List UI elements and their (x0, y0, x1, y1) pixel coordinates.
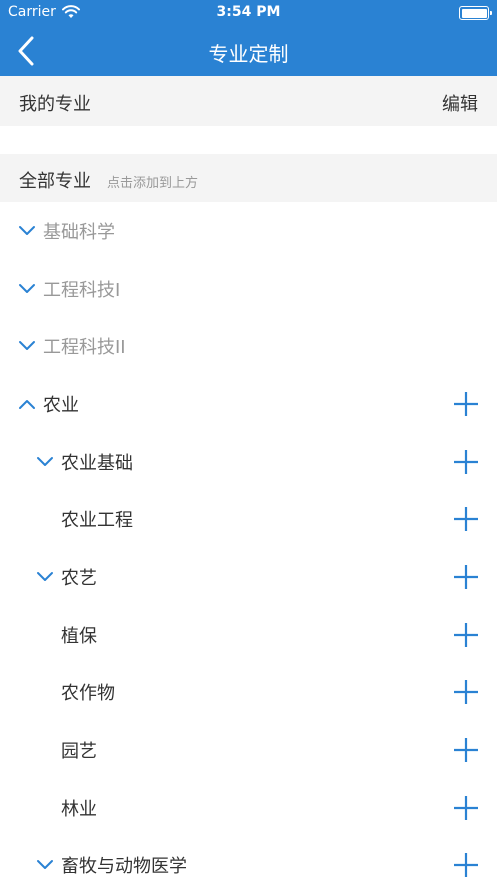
tree-row-label: 植保 (61, 625, 97, 647)
tree-row-label: 畜牧与动物医学 (61, 856, 187, 878)
chevron-down-icon[interactable] (36, 859, 54, 871)
tree-row-label: 农业工程 (61, 510, 133, 532)
tree-row[interactable]: 工程科技II (0, 317, 497, 375)
tree-row[interactable]: 园艺 (0, 721, 497, 779)
my-majors-header: 我的专业 编辑 (0, 76, 497, 126)
my-majors-title: 我的专业 (19, 94, 91, 115)
major-tree: 基础科学工程科技I 工程科技II 农业农业基础农业工程农艺植保农作物园艺林业畜牧与动… (0, 202, 497, 883)
page-title: 专业定制 (208, 42, 289, 66)
tree-row[interactable]: 农艺 (0, 548, 497, 606)
add-icon[interactable] (453, 795, 479, 821)
tree-row-label: 工程科技I (43, 279, 121, 301)
add-icon[interactable] (453, 564, 479, 590)
tree-row-label: 农艺 (61, 567, 97, 589)
tree-row[interactable]: 工程科技I (0, 260, 497, 318)
add-icon[interactable] (453, 506, 479, 532)
chevron-down-icon[interactable] (18, 225, 36, 237)
chevron-down-icon[interactable] (36, 571, 54, 583)
edit-button[interactable]: 编辑 (442, 90, 478, 116)
add-icon[interactable] (453, 679, 479, 705)
tree-row-label: 农业 (43, 394, 79, 416)
navigation-bar: Carrier 3:54 PM 专业定制 (0, 0, 497, 76)
status-time: 3:54 PM (216, 4, 281, 20)
status-bar: Carrier 3:54 PM (0, 0, 497, 26)
tree-row-label: 园艺 (61, 741, 97, 763)
add-icon[interactable] (453, 449, 479, 475)
chevron-down-icon[interactable] (18, 340, 36, 352)
add-icon[interactable] (453, 391, 479, 417)
add-icon[interactable] (453, 852, 479, 878)
tree-row-label: 农业基础 (61, 452, 133, 474)
tree-row[interactable]: 林业 (0, 779, 497, 837)
tree-row[interactable]: 农作物 (0, 664, 497, 722)
add-icon[interactable] (453, 737, 479, 763)
tree-row-label: 林业 (61, 798, 97, 820)
add-icon[interactable] (453, 622, 479, 648)
tree-row-label: 工程科技II (43, 337, 126, 359)
all-majors-header: 全部专业 点击添加到上方 (0, 154, 497, 202)
tree-row[interactable]: 基础科学 (0, 202, 497, 260)
all-majors-hint: 点击添加到上方 (107, 176, 199, 191)
tree-row[interactable]: 植保 (0, 606, 497, 664)
tree-row[interactable]: 畜牧与动物医学 (0, 837, 497, 883)
chevron-up-icon[interactable] (18, 398, 36, 410)
chevron-down-icon[interactable] (36, 456, 54, 468)
all-majors-title: 全部专业 (19, 171, 91, 192)
tree-row[interactable]: 农业工程 (0, 490, 497, 548)
tree-row[interactable]: 农业基础 (0, 433, 497, 491)
tree-row-label: 农作物 (61, 683, 115, 705)
tree-row[interactable]: 农业 (0, 375, 497, 433)
battery-icon (459, 6, 492, 20)
my-majors-list (0, 126, 497, 154)
tree-row-label: 基础科学 (43, 221, 115, 243)
chevron-down-icon[interactable] (18, 283, 36, 295)
